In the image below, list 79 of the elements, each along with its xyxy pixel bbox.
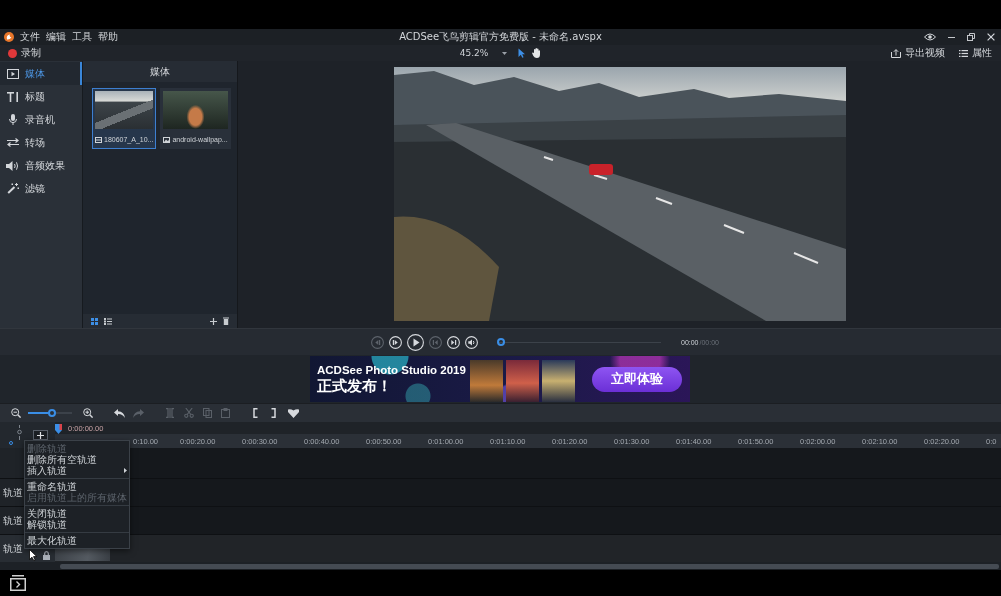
photo-placeholder (163, 91, 228, 129)
trash-icon[interactable] (223, 317, 229, 325)
product-image-placeholder (542, 360, 575, 402)
restore-icon[interactable] (967, 33, 975, 41)
playhead-marker[interactable] (55, 424, 62, 434)
slider-thumb[interactable] (48, 409, 57, 417)
undo-icon[interactable] (114, 408, 125, 418)
ad-headline: ACDSee Photo Studio 2019 (317, 363, 466, 377)
list-icon (959, 49, 968, 57)
window-title: ACDSee飞鸟剪辑官方免费版 - 未命名.avspx (399, 31, 602, 43)
hand-icon[interactable] (532, 48, 542, 58)
minimize-icon[interactable] (948, 36, 955, 38)
plus-icon (37, 431, 44, 439)
sidebar-tab[interactable]: 录音机 (0, 108, 82, 131)
track-label: 轨道 (3, 542, 23, 555)
menu-item[interactable]: 关闭轨道 (25, 508, 129, 519)
menu-item[interactable]: 帮助 (98, 31, 118, 43)
skip-forward-icon[interactable] (447, 335, 460, 349)
menu-item[interactable]: 删除所有空轨道 (25, 454, 129, 465)
seek-thumb[interactable] (497, 338, 505, 346)
close-icon[interactable] (987, 33, 995, 41)
add-track-button[interactable] (33, 430, 48, 440)
scrollbar-thumb[interactable] (60, 563, 999, 569)
magnifier-icon[interactable] (17, 425, 22, 440)
bracket-right-icon[interactable] (271, 408, 276, 418)
menu-item[interactable]: 重命名轨道 (25, 481, 129, 492)
track-label: 轨道 (3, 514, 23, 527)
ad-subline: 正式发布！ (317, 377, 392, 395)
zoom-dropdown[interactable]: 45.2% (459, 47, 508, 59)
zoom-in-icon[interactable] (83, 408, 93, 418)
media-icon (6, 68, 19, 79)
image-icon (163, 136, 171, 143)
chevron-box-icon[interactable] (10, 575, 26, 591)
sidebar-tab[interactable]: 标题 (0, 85, 82, 108)
plus-icon[interactable] (210, 317, 217, 325)
eye-icon[interactable] (924, 33, 936, 41)
app-logo-icon (4, 32, 14, 42)
horizontal-scrollbar[interactable] (0, 562, 1001, 570)
film-icon (95, 136, 102, 143)
menu-item[interactable]: 编辑 (46, 31, 66, 43)
ring-icon (9, 441, 13, 445)
list-view-icon[interactable] (104, 317, 112, 325)
microphone-icon (8, 114, 17, 125)
product-image-placeholder (506, 360, 539, 402)
properties-button[interactable]: 属性 (959, 47, 992, 59)
bracket-left-icon[interactable] (253, 408, 258, 418)
mouse-cursor-icon (29, 549, 37, 561)
speaker-icon (6, 160, 19, 171)
ad-banner[interactable]: ACDSee Photo Studio 2019 正式发布！ 立即体验 (310, 356, 690, 402)
volume-icon[interactable] (465, 335, 478, 349)
track-label: 轨道 (3, 486, 23, 499)
zoom-out-icon[interactable] (11, 408, 21, 418)
try-now-button[interactable]: 立即体验 (592, 366, 682, 392)
sidebar-tab[interactable]: 媒体 (0, 62, 82, 85)
menu-item[interactable]: 插入轨道 (25, 465, 129, 476)
panel-title: 媒体 (150, 65, 170, 78)
step-forward-icon[interactable] (389, 335, 402, 349)
photo-placeholder (95, 91, 154, 129)
play-icon[interactable] (407, 333, 424, 351)
grid-view-icon[interactable] (91, 317, 98, 325)
swap-arrows-icon (6, 138, 19, 147)
sidebar-tab[interactable]: 滤镜 (0, 177, 82, 200)
export-button[interactable]: 导出视频 (891, 47, 945, 59)
menu-item[interactable]: 文件 (20, 31, 40, 43)
record-button[interactable]: 录制 (8, 47, 41, 59)
export-icon (891, 48, 901, 58)
magic-wand-icon (6, 183, 19, 194)
caret-icon (502, 51, 508, 55)
lock-icon[interactable] (43, 551, 50, 560)
pointer-icon[interactable] (518, 48, 526, 58)
sidebar-tab[interactable]: 音频效果 (0, 154, 82, 177)
heart-icon[interactable] (288, 408, 299, 418)
text-icon (7, 91, 18, 102)
menu-item[interactable]: 解锁轨道 (25, 519, 129, 530)
record-dot-icon (8, 48, 17, 58)
menu-item[interactable]: 工具 (72, 31, 92, 43)
menu-item[interactable]: 最大化轨道 (25, 535, 129, 546)
product-image-placeholder (470, 360, 503, 402)
sidebar-tab[interactable]: 转场 (0, 131, 82, 154)
